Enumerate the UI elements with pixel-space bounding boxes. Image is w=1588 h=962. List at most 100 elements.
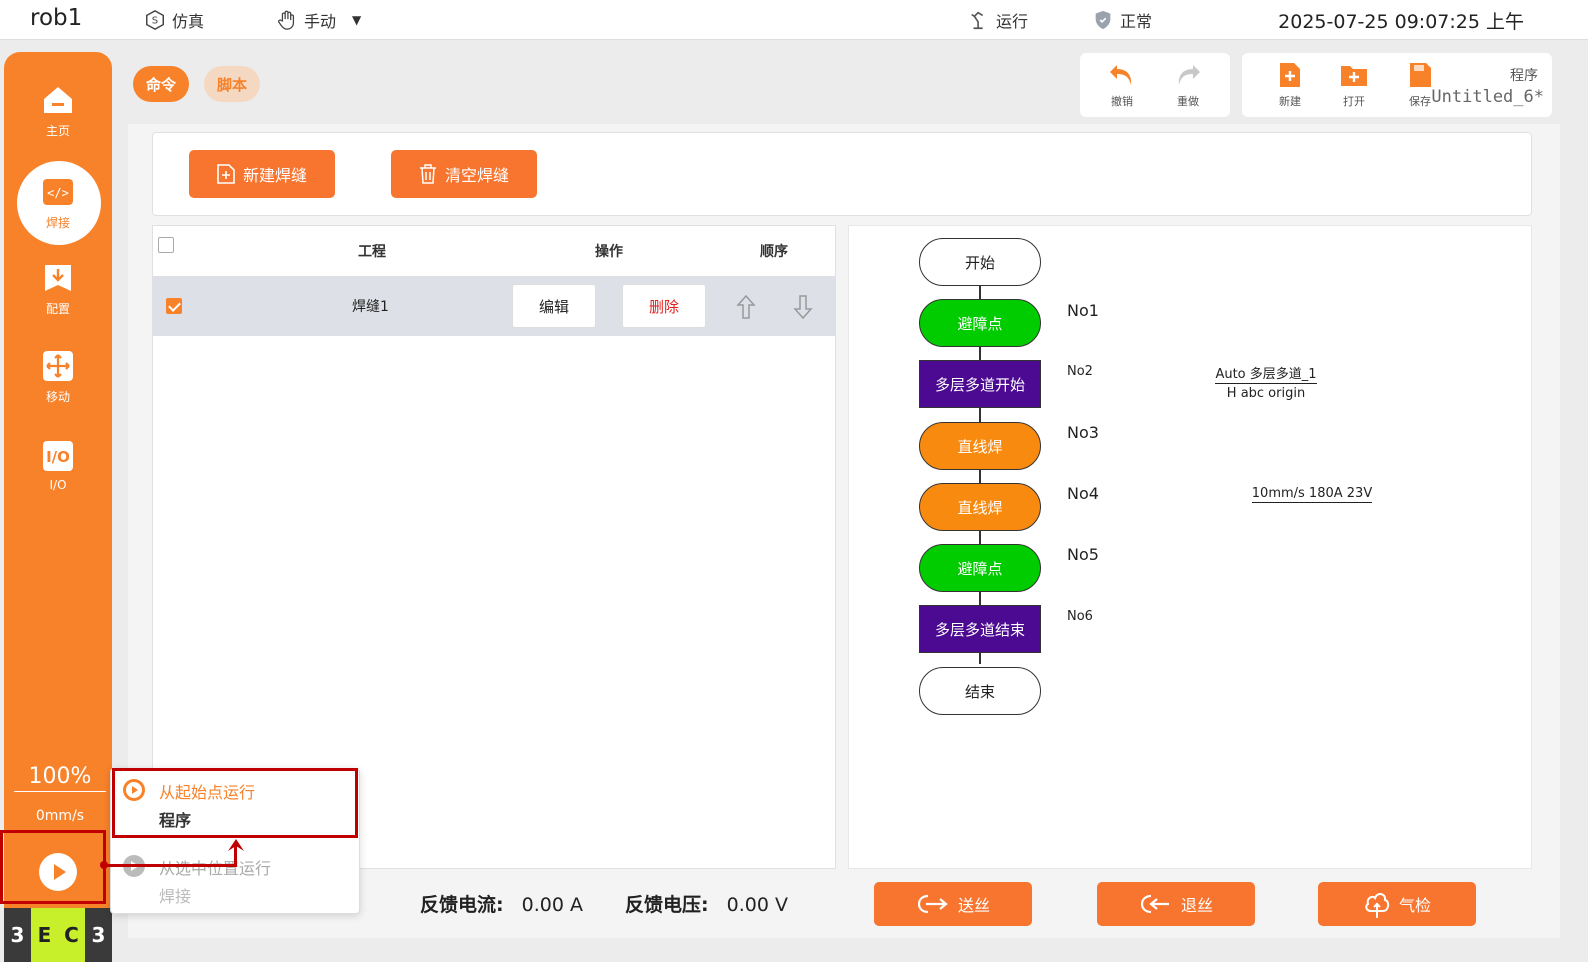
action-bar: 新建焊缝 清空焊缝	[152, 132, 1532, 216]
row-name: 焊缝1	[352, 299, 389, 315]
run-label: 运行	[996, 12, 1029, 31]
flow-node-2[interactable]: 多层多道开始	[919, 360, 1041, 408]
move-icon	[43, 351, 73, 381]
undo-label: 撤销	[1111, 95, 1133, 108]
flow-no-6: No6	[1067, 609, 1093, 624]
redo-icon	[1178, 65, 1200, 85]
sidebar-item-label: 焊接	[45, 216, 70, 230]
sim-mode[interactable]: S 仿真	[144, 8, 204, 32]
annotation-dot-icon	[100, 861, 108, 869]
sidebar-item-label: 主页	[45, 124, 70, 138]
flow-node-end[interactable]: 结束	[919, 667, 1041, 715]
voltage-label: 反馈电压:	[625, 894, 709, 916]
flow-node-4[interactable]: 直线焊	[919, 483, 1041, 531]
voltage-value: 0.00 V	[726, 894, 788, 916]
sidebar: 主页 </> 焊接 配置 移动 I/O I/O 100% 0mm/s	[4, 52, 112, 962]
io-icon: I/O	[43, 441, 73, 471]
annotation-highlight	[112, 768, 358, 838]
select-all-checkbox[interactable]	[158, 237, 174, 253]
undo-button[interactable]: 撤销	[1100, 59, 1144, 109]
flow-detail-2: Auto 多层多道_1 H abc origin	[1205, 363, 1327, 401]
sidebar-item-weld[interactable]: </> 焊接	[4, 174, 112, 231]
program-label: 程序	[1510, 68, 1538, 84]
undo-icon	[1110, 65, 1132, 85]
sidebar-item-io[interactable]: I/O I/O	[4, 438, 112, 492]
flow-node-3[interactable]: 直线焊	[919, 422, 1041, 470]
tab-command[interactable]: 命令	[133, 66, 189, 102]
run-button-area[interactable]	[0, 830, 106, 904]
sidebar-item-label: I/O	[49, 478, 67, 492]
chevron-down-icon: ▼	[352, 13, 362, 27]
gas-icon	[1365, 893, 1390, 918]
header-project: 工程	[358, 244, 386, 260]
detail-2-line1: Auto 多层多道_1	[1215, 367, 1317, 384]
annotation-connector	[104, 864, 236, 867]
folder-icon	[1341, 66, 1367, 86]
status-label: 正常	[1120, 12, 1153, 31]
arrow-up-icon[interactable]	[736, 294, 756, 320]
header-operation: 操作	[595, 244, 623, 260]
header-order: 顺序	[760, 244, 788, 260]
table-row[interactable]: 焊缝1 编辑 删除	[153, 276, 835, 336]
flow-no-2: No2	[1067, 364, 1093, 379]
manual-label: 手动	[304, 12, 337, 31]
current-value: 0.00 A	[521, 894, 583, 916]
flow-chart: 开始 避障点 No1 多层多道开始 No2 Auto 多层多道_1 H abc …	[848, 225, 1532, 869]
sidebar-item-move[interactable]: 移动	[4, 348, 112, 405]
feed-wire-button[interactable]: 送丝	[874, 882, 1032, 926]
retract-label: 退丝	[1180, 896, 1213, 915]
feedback-voltage: 反馈电压: 0.00 V	[625, 890, 788, 917]
gas-check-button[interactable]: 气检	[1318, 882, 1476, 926]
clear-seam-button[interactable]: 清空焊缝	[391, 150, 537, 198]
new-file-icon	[217, 164, 235, 184]
sim-icon: S	[146, 9, 164, 31]
flow-no-3: No3	[1067, 423, 1099, 442]
save-label: 保存	[1409, 95, 1431, 108]
flow-node-1[interactable]: 避障点	[919, 299, 1041, 347]
download-icon	[45, 265, 71, 291]
hand-icon	[278, 10, 295, 30]
wire-feed-icon	[917, 894, 948, 914]
run-status: 运行	[968, 8, 1028, 32]
feed-label: 送丝	[957, 896, 990, 915]
manual-mode-dropdown[interactable]: 手动 ▼	[276, 8, 361, 32]
open-button[interactable]: 打开	[1332, 59, 1376, 109]
undo-redo-group: 撤销 重做	[1080, 53, 1230, 117]
play-icon[interactable]	[39, 853, 77, 891]
file-group: 新建 打开 保存 程序 Untitled_6*	[1242, 53, 1552, 117]
brand-char: C	[58, 908, 85, 962]
sim-label: 仿真	[172, 12, 205, 31]
edit-button[interactable]: 编辑	[512, 284, 596, 328]
speed-percent[interactable]: 100%	[14, 764, 106, 792]
row-checkbox[interactable]	[166, 298, 182, 314]
feedback-current: 反馈电流: 0.00 A	[420, 890, 583, 917]
table-header: 工程 操作 顺序	[153, 226, 835, 276]
robot-arm-icon	[971, 11, 984, 30]
arrow-down-icon[interactable]	[793, 294, 813, 320]
trash-icon	[419, 164, 436, 184]
retract-wire-button[interactable]: 退丝	[1097, 882, 1255, 926]
redo-label: 重做	[1177, 95, 1199, 108]
detail-4-line: 10mm/s 180A 23V	[1251, 486, 1373, 503]
brand-char: 3	[4, 908, 31, 962]
wire-retract-icon	[1140, 894, 1169, 914]
tab-script[interactable]: 脚本	[204, 66, 260, 102]
flow-detail-4: 10mm/s 180A 23V	[1247, 486, 1377, 503]
new-seam-label: 新建焊缝	[242, 166, 307, 185]
new-seam-button[interactable]: 新建焊缝	[189, 150, 335, 198]
new-file-icon	[1280, 63, 1300, 87]
flow-node-6[interactable]: 多层多道结束	[919, 605, 1041, 653]
current-label: 反馈电流:	[420, 894, 504, 916]
sidebar-item-config[interactable]: 配置	[4, 260, 112, 317]
code-icon: </>	[43, 179, 73, 205]
detail-2-line2: H abc origin	[1226, 386, 1306, 401]
new-button[interactable]: 新建	[1268, 59, 1312, 109]
flow-node-5[interactable]: 避障点	[919, 544, 1041, 592]
flow-node-start[interactable]: 开始	[919, 238, 1041, 286]
sidebar-item-home[interactable]: 主页	[4, 82, 112, 139]
delete-button[interactable]: 删除	[622, 284, 706, 328]
speed-mm: 0mm/s	[35, 808, 85, 824]
flow-no-5: No5	[1067, 545, 1099, 564]
redo-button[interactable]: 重做	[1166, 59, 1210, 109]
annotation-arrow-icon	[228, 839, 244, 851]
